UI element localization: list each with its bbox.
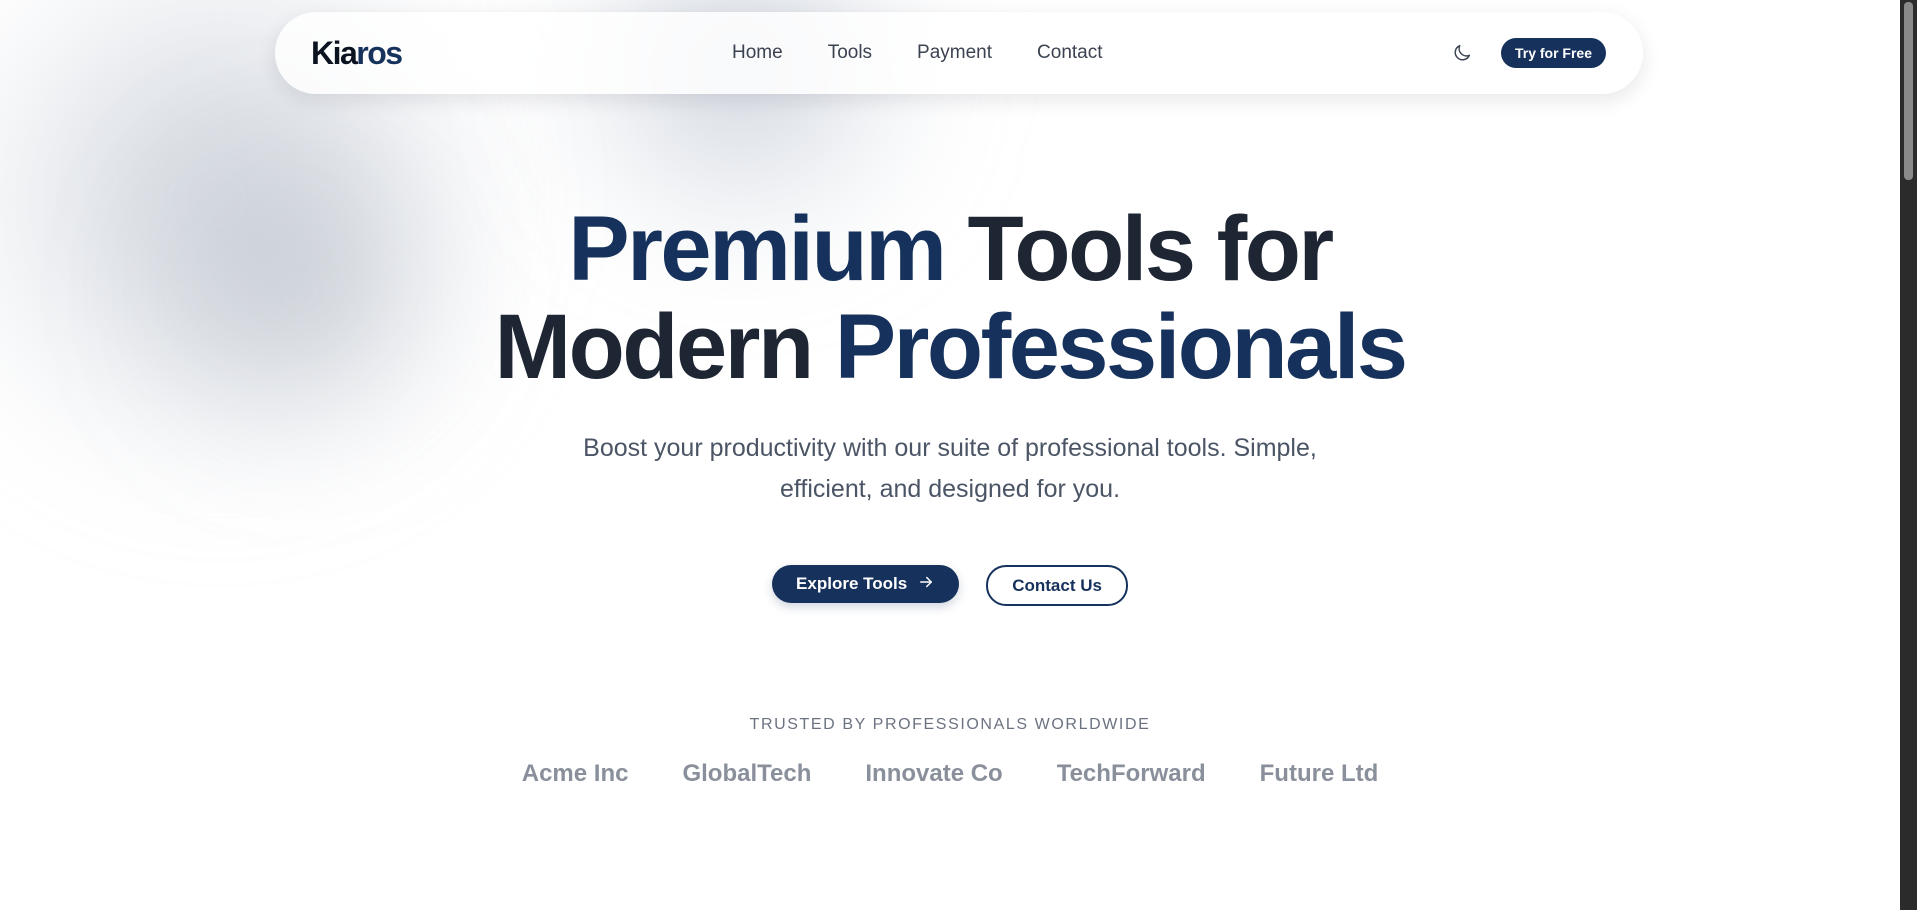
hero-title: Premium Tools for Modern Professionals [0, 200, 1900, 396]
company-logos: Acme Inc GlobalTech Innovate Co TechForw… [0, 760, 1900, 788]
moon-icon[interactable] [1449, 40, 1475, 66]
hero-subtitle-line: efficient, and designed for you. [779, 475, 1121, 503]
company-logo: Innovate Co [865, 760, 1003, 787]
trusted-label: TRUSTED BY PROFESSIONALS WORLDWIDE [749, 716, 1151, 733]
hero-actions: Explore Tools Contact Us [0, 565, 1900, 606]
nav-link-tools[interactable]: Tools [828, 42, 872, 64]
nav-links: Home Tools Payment Contact [732, 12, 1103, 94]
nav-link-home[interactable]: Home [732, 42, 783, 64]
hero-subtitle-line: Boost your productivity with our suite o… [583, 434, 1317, 462]
try-for-free-button[interactable]: Try for Free [1500, 38, 1606, 68]
scrollbar[interactable] [1900, 0, 1917, 910]
logo-accent: ros [356, 34, 403, 71]
hero-title-accent: Professionals [834, 296, 1408, 398]
scrollbar-thumb[interactable] [1904, 2, 1913, 180]
explore-tools-label: Explore Tools [796, 574, 908, 593]
navbar: Kiaros Home Tools Payment Contact Try fo… [275, 12, 1643, 94]
company-logo: Future Ltd [1259, 760, 1379, 787]
hero-subtitle: Boost your productivity with our suite o… [0, 428, 1900, 510]
contact-us-button[interactable]: Contact Us [986, 565, 1128, 606]
company-logo: Acme Inc [521, 760, 629, 787]
arrow-right-icon [917, 573, 935, 596]
logo[interactable]: Kiaros [311, 34, 403, 72]
company-logo: GlobalTech [682, 760, 812, 787]
page: Kiaros Home Tools Payment Contact Try fo… [0, 0, 1900, 910]
company-logo: TechForward [1056, 760, 1206, 787]
nav-link-contact[interactable]: Contact [1037, 42, 1102, 64]
nav-actions: Try for Free [1449, 12, 1606, 94]
explore-tools-button[interactable]: Explore Tools [772, 565, 960, 603]
logo-primary: Kia [311, 34, 358, 71]
hero-title-text: Modern [494, 296, 814, 398]
nav-link-payment[interactable]: Payment [917, 42, 992, 64]
hero-title-text: Tools for [967, 198, 1335, 300]
hero-title-accent: Premium [568, 198, 947, 300]
